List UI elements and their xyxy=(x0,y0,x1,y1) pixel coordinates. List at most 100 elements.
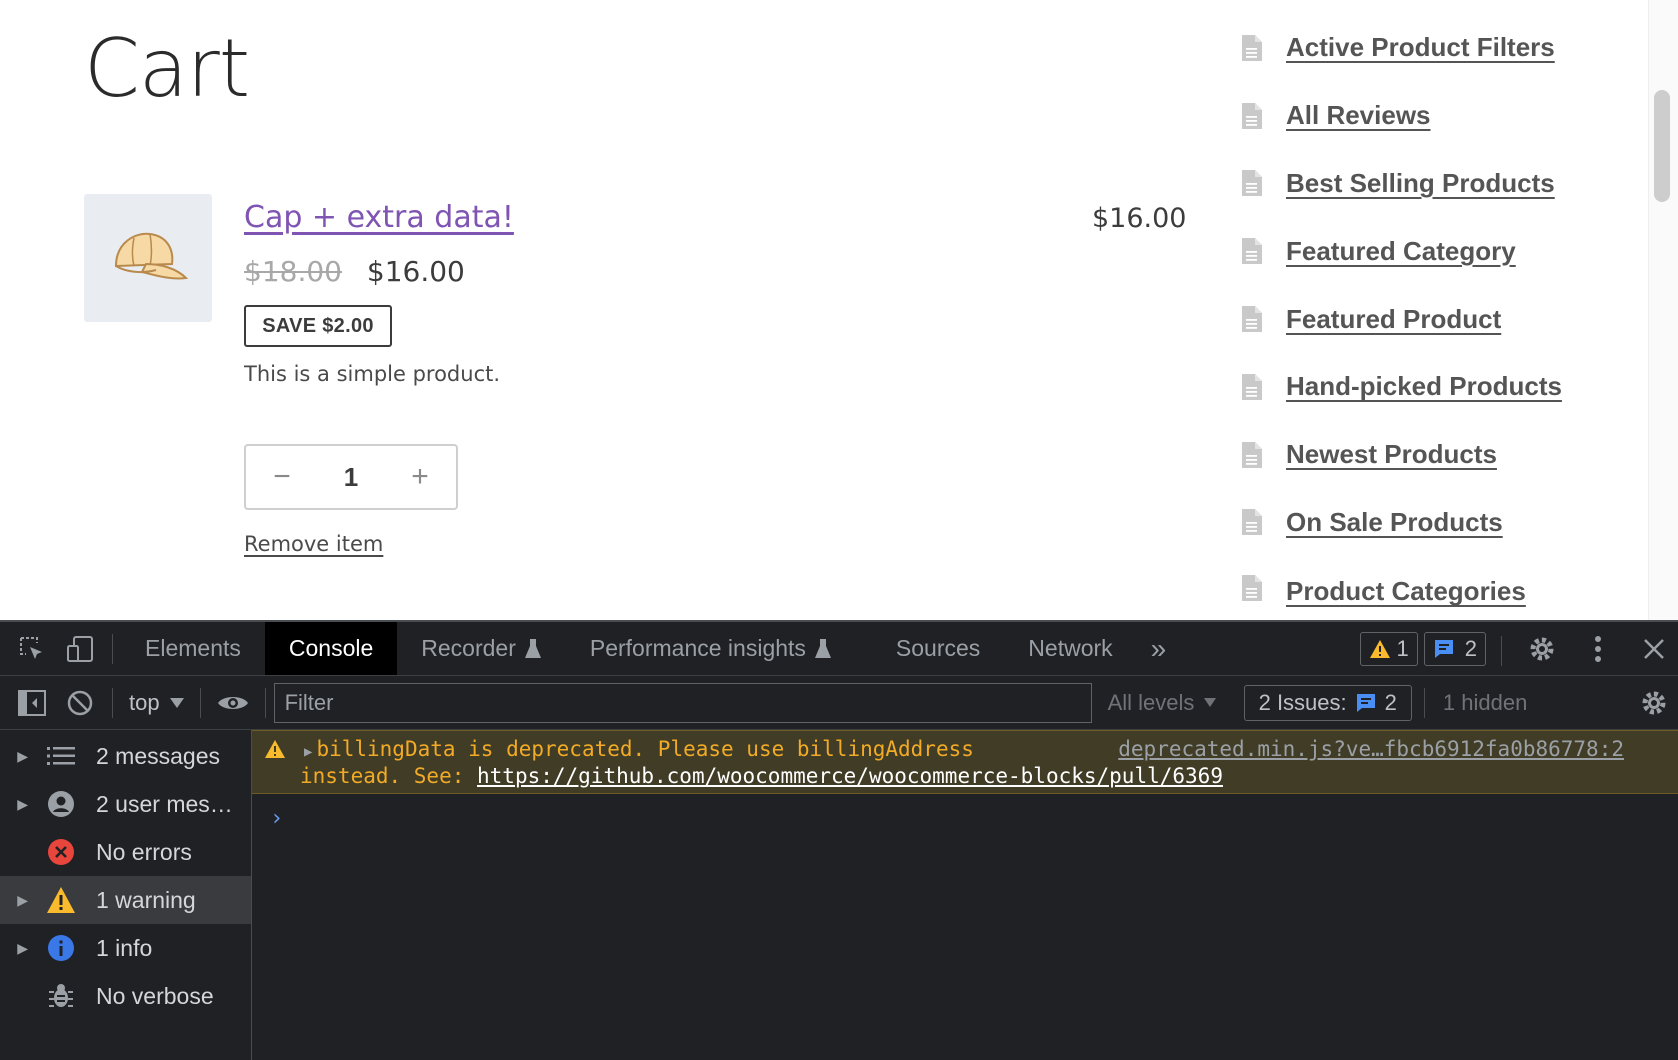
expand-arrow-icon[interactable]: ▶ xyxy=(0,892,28,909)
product-name-link[interactable]: Cap + extra data! xyxy=(244,200,514,235)
tab-performance-insights[interactable]: Performance insights xyxy=(566,622,856,675)
tab-network[interactable]: Network xyxy=(1004,622,1136,675)
clear-console-icon[interactable] xyxy=(56,676,104,729)
sidebar-item-verbose[interactable]: No verbose xyxy=(0,972,251,1020)
log-levels-dropdown[interactable]: All levels xyxy=(1108,690,1232,716)
issues-label: 2 Issues: xyxy=(1258,689,1347,715)
document-icon xyxy=(1242,170,1262,197)
console-prompt[interactable]: › xyxy=(270,806,283,831)
issues-button[interactable]: 2 Issues: 2 xyxy=(1243,684,1412,721)
sidebar-item-label[interactable]: Best Selling Products xyxy=(1286,168,1555,199)
warning-icon xyxy=(264,739,286,764)
quantity-value[interactable]: 1 xyxy=(344,462,358,493)
tab-recorder[interactable]: Recorder xyxy=(397,622,566,675)
tab-sources[interactable]: Sources xyxy=(856,622,1004,675)
save-badge: SAVE $2.00 xyxy=(244,305,392,347)
expand-arrow-icon[interactable]: ▶ xyxy=(0,796,28,813)
sidebar-item-info[interactable]: ▶ 1 info xyxy=(0,924,251,972)
live-expression-eye-icon[interactable] xyxy=(209,676,257,729)
decrement-button[interactable]: − xyxy=(268,460,296,494)
warning-source-link[interactable]: deprecated.min.js?ve…fbcb6912fa0b86778:2 xyxy=(1118,737,1624,761)
tab-elements[interactable]: Elements xyxy=(121,622,265,675)
sidebar-item-label[interactable]: Active Product Filters xyxy=(1286,32,1555,63)
product-thumbnail[interactable] xyxy=(84,194,212,322)
filter-input[interactable]: Filter xyxy=(273,682,1092,723)
sidebar-item-messages[interactable]: ▶ 2 messages xyxy=(0,732,251,780)
warning-text-line2: instead. See: https://github.com/woocomm… xyxy=(300,764,1223,788)
sidebar-item-label: No errors xyxy=(96,838,192,865)
user-icon xyxy=(46,789,76,819)
sidebar-item-label: 2 user mes… xyxy=(96,790,233,817)
sidebar-item[interactable]: Hand-picked Products xyxy=(1240,353,1620,421)
sidebar-item-warnings[interactable]: ▶ 1 warning xyxy=(0,876,251,924)
device-toolbar-icon[interactable] xyxy=(56,622,104,675)
sidebar-item-label[interactable]: Featured Category xyxy=(1286,236,1516,267)
settings-gear-icon[interactable] xyxy=(1518,622,1566,675)
document-icon xyxy=(1242,238,1262,265)
sidebar-item-label[interactable]: Product Categories List xyxy=(1286,570,1546,620)
dropdown-arrow-icon xyxy=(169,697,184,708)
document-icon xyxy=(1242,441,1262,468)
issues-count: 2 xyxy=(1384,689,1397,715)
warning-icon xyxy=(46,885,76,915)
log-levels-value: All levels xyxy=(1107,689,1195,715)
warning-count: 1 xyxy=(1396,636,1409,661)
context-selector-value: top xyxy=(129,689,160,715)
price-row: $18.00 $16.00 xyxy=(244,255,465,288)
warning-icon xyxy=(1369,640,1390,658)
sidebar-item[interactable]: Product Categories List xyxy=(1240,556,1620,620)
experimental-flask-icon xyxy=(524,638,541,658)
inspect-element-icon[interactable] xyxy=(8,622,56,675)
page-scrollbar-thumb[interactable] xyxy=(1654,90,1670,202)
document-icon xyxy=(1242,575,1262,602)
error-icon xyxy=(46,837,76,867)
line-total: $16.00 xyxy=(1092,203,1187,234)
sidebar-item[interactable]: Featured Category xyxy=(1240,217,1620,285)
more-options-icon[interactable] xyxy=(1574,622,1622,675)
tab-console[interactable]: Console xyxy=(264,622,398,675)
separator xyxy=(112,687,113,718)
context-selector[interactable]: top xyxy=(129,690,184,716)
sidebar-item-label[interactable]: All Reviews xyxy=(1286,100,1431,131)
sidebar-item-label[interactable]: Featured Product xyxy=(1286,304,1501,335)
bug-icon xyxy=(46,981,76,1011)
separator xyxy=(264,687,266,718)
sidebar-item-label[interactable]: On Sale Products xyxy=(1286,507,1503,538)
more-tabs-button[interactable]: » xyxy=(1137,622,1181,675)
sidebar-item[interactable]: On Sale Products xyxy=(1240,489,1620,557)
sidebar-item[interactable]: Best Selling Products xyxy=(1240,150,1620,218)
console-warning-message[interactable]: ▶ billingData is deprecated. Please use b… xyxy=(252,730,1678,794)
expand-arrow-icon[interactable]: ▶ xyxy=(0,748,28,765)
document-icon xyxy=(1242,102,1262,129)
sidebar-item-label[interactable]: Hand-picked Products xyxy=(1286,371,1562,402)
remove-item-link[interactable]: Remove item xyxy=(244,532,383,556)
info-counter-button[interactable]: 2 xyxy=(1423,632,1486,666)
warning-counter-button[interactable]: 1 xyxy=(1359,632,1418,666)
counters: 1 2 xyxy=(1359,632,1486,666)
sidebar-item[interactable]: Featured Product xyxy=(1240,285,1620,353)
increment-button[interactable]: + xyxy=(406,460,434,494)
sidebar-item[interactable]: All Reviews xyxy=(1240,82,1620,150)
document-icon xyxy=(1242,509,1262,536)
warning-link[interactable]: https://github.com/woocommerce/woocommer… xyxy=(477,764,1223,788)
sidebar-item-label: 2 messages xyxy=(96,742,221,769)
expand-arrow-icon[interactable]: ▶ xyxy=(304,744,312,760)
sidebar-item-label: 1 warning xyxy=(96,886,196,913)
sidebar-item[interactable]: Active Product Filters xyxy=(1240,14,1620,82)
sidebar-item-errors[interactable]: No errors xyxy=(0,828,251,876)
message-icon xyxy=(1356,693,1375,712)
sidebar-toggle-icon[interactable] xyxy=(8,676,56,729)
hidden-count: 1 hidden xyxy=(1442,689,1528,715)
product-description: This is a simple product. xyxy=(244,362,501,386)
separator xyxy=(112,633,113,664)
sidebar-item-user-messages[interactable]: ▶ 2 user mes… xyxy=(0,780,251,828)
console-sidebar: ▶ 2 messages ▶ 2 user mes… No errors ▶ 1… xyxy=(0,730,252,1060)
block-list-sidebar: Active Product Filters All Reviews Best … xyxy=(1240,14,1620,620)
sidebar-item[interactable]: Newest Products xyxy=(1240,421,1620,489)
quantity-stepper[interactable]: − 1 + xyxy=(244,444,458,510)
expand-arrow-icon[interactable]: ▶ xyxy=(0,940,28,957)
sidebar-item-label[interactable]: Newest Products xyxy=(1286,439,1497,470)
cap-icon xyxy=(114,232,189,280)
separator xyxy=(1501,636,1502,666)
experimental-flask-icon xyxy=(814,638,831,658)
